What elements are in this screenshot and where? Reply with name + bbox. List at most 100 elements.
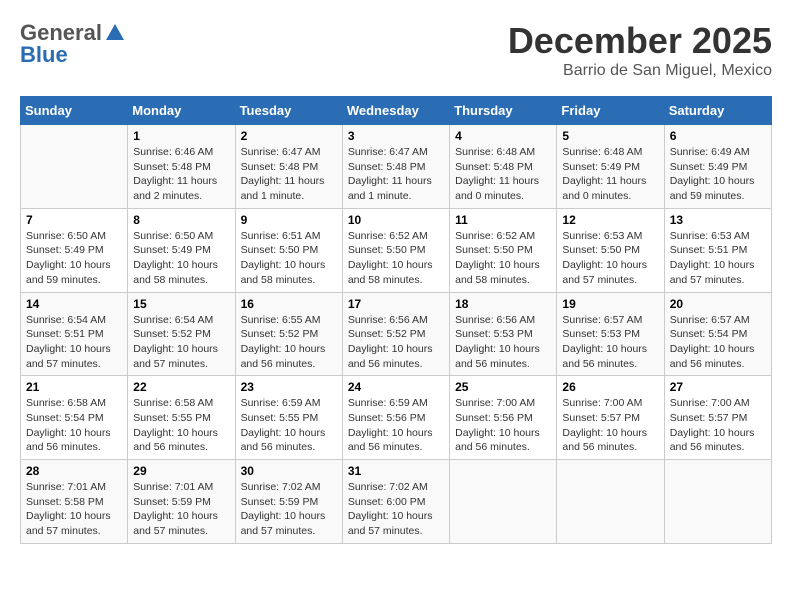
day-info: Sunrise: 6:46 AM Sunset: 5:48 PM Dayligh… xyxy=(133,145,229,204)
calendar-cell: 4Sunrise: 6:48 AM Sunset: 5:48 PM Daylig… xyxy=(450,125,557,209)
calendar-cell: 5 Sunrise: 6:48 AM Sunset: 5:49 PM Daylig… xyxy=(557,125,664,209)
day-info: Sunrise: 6:50 AM Sunset: 5:49 PM Dayligh… xyxy=(133,229,229,288)
calendar-cell: 23Sunrise: 6:59 AM Sunset: 5:55 PM Dayli… xyxy=(235,376,342,460)
day-number: 6 xyxy=(670,129,766,143)
day-number: 8 xyxy=(133,213,229,227)
day-info: Sunrise: 7:02 AM Sunset: 6:00 PM Dayligh… xyxy=(348,480,444,539)
column-header-sunday: Sunday xyxy=(21,97,128,125)
day-number: 16 xyxy=(241,297,337,311)
calendar-cell xyxy=(450,460,557,544)
calendar-cell: 7 Sunrise: 6:50 AM Sunset: 5:49 PM Daylig… xyxy=(21,208,128,292)
column-header-thursday: Thursday xyxy=(450,97,557,125)
day-number: 1 xyxy=(133,129,229,143)
day-number: 20 xyxy=(670,297,766,311)
calendar-table: SundayMondayTuesdayWednesdayThursdayFrid… xyxy=(20,96,772,544)
calendar-cell: 24Sunrise: 6:59 AM Sunset: 5:56 PM Dayli… xyxy=(342,376,449,460)
calendar-cell: 29 Sunrise: 7:01 AM Sunset: 5:59 PM Dayli… xyxy=(128,460,235,544)
day-number: 3 xyxy=(348,129,444,143)
calendar-cell: 6 Sunrise: 6:49 AM Sunset: 5:49 PM Daylig… xyxy=(664,125,771,209)
day-info: Sunrise: 7:00 AM Sunset: 5:56 PM Dayligh… xyxy=(455,396,551,455)
calendar-cell: 31 Sunrise: 7:02 AM Sunset: 6:00 PM Dayli… xyxy=(342,460,449,544)
day-info: Sunrise: 6:56 AM Sunset: 5:52 PM Dayligh… xyxy=(348,313,444,372)
day-number: 26 xyxy=(562,380,658,394)
calendar-cell: 10 Sunrise: 6:52 AM Sunset: 5:50 PM Dayli… xyxy=(342,208,449,292)
calendar-cell: 2 Sunrise: 6:47 AM Sunset: 5:48 PM Daylig… xyxy=(235,125,342,209)
column-header-tuesday: Tuesday xyxy=(235,97,342,125)
day-number: 2 xyxy=(241,129,337,143)
calendar-cell: 11 Sunrise: 6:52 AM Sunset: 5:50 PM Dayli… xyxy=(450,208,557,292)
day-info: Sunrise: 6:53 AM Sunset: 5:51 PM Dayligh… xyxy=(670,229,766,288)
calendar-cell: 14 Sunrise: 6:54 AM Sunset: 5:51 PM Dayli… xyxy=(21,292,128,376)
day-number: 12 xyxy=(562,213,658,227)
day-info: Sunrise: 6:56 AM Sunset: 5:53 PM Dayligh… xyxy=(455,313,551,372)
calendar-week-2: 7 Sunrise: 6:50 AM Sunset: 5:49 PM Daylig… xyxy=(21,208,772,292)
day-info: Sunrise: 6:50 AM Sunset: 5:49 PM Dayligh… xyxy=(26,229,122,288)
day-info: Sunrise: 6:47 AM Sunset: 5:48 PM Dayligh… xyxy=(241,145,337,204)
calendar-week-4: 21Sunrise: 6:58 AM Sunset: 5:54 PM Dayli… xyxy=(21,376,772,460)
day-number: 25 xyxy=(455,380,551,394)
day-number: 15 xyxy=(133,297,229,311)
day-info: Sunrise: 6:57 AM Sunset: 5:54 PM Dayligh… xyxy=(670,313,766,372)
column-header-saturday: Saturday xyxy=(664,97,771,125)
calendar-cell: 17Sunrise: 6:56 AM Sunset: 5:52 PM Dayli… xyxy=(342,292,449,376)
day-number: 10 xyxy=(348,213,444,227)
day-info: Sunrise: 6:54 AM Sunset: 5:51 PM Dayligh… xyxy=(26,313,122,372)
day-number: 28 xyxy=(26,464,122,478)
column-header-monday: Monday xyxy=(128,97,235,125)
logo-blue-text: Blue xyxy=(20,42,68,68)
day-number: 4 xyxy=(455,129,551,143)
column-header-friday: Friday xyxy=(557,97,664,125)
calendar-cell: 25 Sunrise: 7:00 AM Sunset: 5:56 PM Dayli… xyxy=(450,376,557,460)
day-info: Sunrise: 6:57 AM Sunset: 5:53 PM Dayligh… xyxy=(562,313,658,372)
day-info: Sunrise: 6:58 AM Sunset: 5:55 PM Dayligh… xyxy=(133,396,229,455)
day-info: Sunrise: 6:52 AM Sunset: 5:50 PM Dayligh… xyxy=(455,229,551,288)
day-info: Sunrise: 6:51 AM Sunset: 5:50 PM Dayligh… xyxy=(241,229,337,288)
calendar-cell: 1 Sunrise: 6:46 AM Sunset: 5:48 PM Daylig… xyxy=(128,125,235,209)
day-info: Sunrise: 6:52 AM Sunset: 5:50 PM Dayligh… xyxy=(348,229,444,288)
calendar-cell: 28 Sunrise: 7:01 AM Sunset: 5:58 PM Dayli… xyxy=(21,460,128,544)
calendar-week-5: 28 Sunrise: 7:01 AM Sunset: 5:58 PM Dayli… xyxy=(21,460,772,544)
calendar-cell: 13 Sunrise: 6:53 AM Sunset: 5:51 PM Dayli… xyxy=(664,208,771,292)
calendar-cell: 8 Sunrise: 6:50 AM Sunset: 5:49 PM Daylig… xyxy=(128,208,235,292)
calendar-cell: 20 Sunrise: 6:57 AM Sunset: 5:54 PM Dayli… xyxy=(664,292,771,376)
day-number: 30 xyxy=(241,464,337,478)
day-number: 14 xyxy=(26,297,122,311)
day-info: Sunrise: 6:59 AM Sunset: 5:55 PM Dayligh… xyxy=(241,396,337,455)
day-info: Sunrise: 6:48 AM Sunset: 5:49 PM Dayligh… xyxy=(562,145,658,204)
calendar-cell: 21Sunrise: 6:58 AM Sunset: 5:54 PM Dayli… xyxy=(21,376,128,460)
day-number: 5 xyxy=(562,129,658,143)
calendar-cell: 22 Sunrise: 6:58 AM Sunset: 5:55 PM Dayli… xyxy=(128,376,235,460)
day-info: Sunrise: 7:00 AM Sunset: 5:57 PM Dayligh… xyxy=(562,396,658,455)
calendar-cell: 15 Sunrise: 6:54 AM Sunset: 5:52 PM Dayli… xyxy=(128,292,235,376)
day-info: Sunrise: 7:01 AM Sunset: 5:58 PM Dayligh… xyxy=(26,480,122,539)
day-number: 7 xyxy=(26,213,122,227)
page-header: General Blue December 2025 Barrio de San… xyxy=(20,20,772,80)
day-info: Sunrise: 7:02 AM Sunset: 5:59 PM Dayligh… xyxy=(241,480,337,539)
day-number: 18 xyxy=(455,297,551,311)
day-number: 13 xyxy=(670,213,766,227)
day-number: 24 xyxy=(348,380,444,394)
day-info: Sunrise: 6:47 AM Sunset: 5:48 PM Dayligh… xyxy=(348,145,444,204)
calendar-cell: 19 Sunrise: 6:57 AM Sunset: 5:53 PM Dayli… xyxy=(557,292,664,376)
day-info: Sunrise: 6:54 AM Sunset: 5:52 PM Dayligh… xyxy=(133,313,229,372)
day-info: Sunrise: 6:49 AM Sunset: 5:49 PM Dayligh… xyxy=(670,145,766,204)
day-info: Sunrise: 6:55 AM Sunset: 5:52 PM Dayligh… xyxy=(241,313,337,372)
calendar-week-3: 14 Sunrise: 6:54 AM Sunset: 5:51 PM Dayli… xyxy=(21,292,772,376)
day-info: Sunrise: 7:00 AM Sunset: 5:57 PM Dayligh… xyxy=(670,396,766,455)
calendar-cell: 26 Sunrise: 7:00 AM Sunset: 5:57 PM Dayli… xyxy=(557,376,664,460)
day-number: 11 xyxy=(455,213,551,227)
day-number: 19 xyxy=(562,297,658,311)
calendar-cell xyxy=(664,460,771,544)
month-title: December 2025 xyxy=(508,20,772,62)
day-info: Sunrise: 7:01 AM Sunset: 5:59 PM Dayligh… xyxy=(133,480,229,539)
title-block: December 2025 Barrio de San Miguel, Mexi… xyxy=(508,20,772,80)
calendar-week-1: 1 Sunrise: 6:46 AM Sunset: 5:48 PM Daylig… xyxy=(21,125,772,209)
day-number: 22 xyxy=(133,380,229,394)
day-number: 29 xyxy=(133,464,229,478)
day-number: 21 xyxy=(26,380,122,394)
calendar-cell: 12Sunrise: 6:53 AM Sunset: 5:50 PM Dayli… xyxy=(557,208,664,292)
location: Barrio de San Miguel, Mexico xyxy=(508,62,772,80)
calendar-cell: 3 Sunrise: 6:47 AM Sunset: 5:48 PM Daylig… xyxy=(342,125,449,209)
calendar-cell: 27Sunrise: 7:00 AM Sunset: 5:57 PM Dayli… xyxy=(664,376,771,460)
day-number: 31 xyxy=(348,464,444,478)
